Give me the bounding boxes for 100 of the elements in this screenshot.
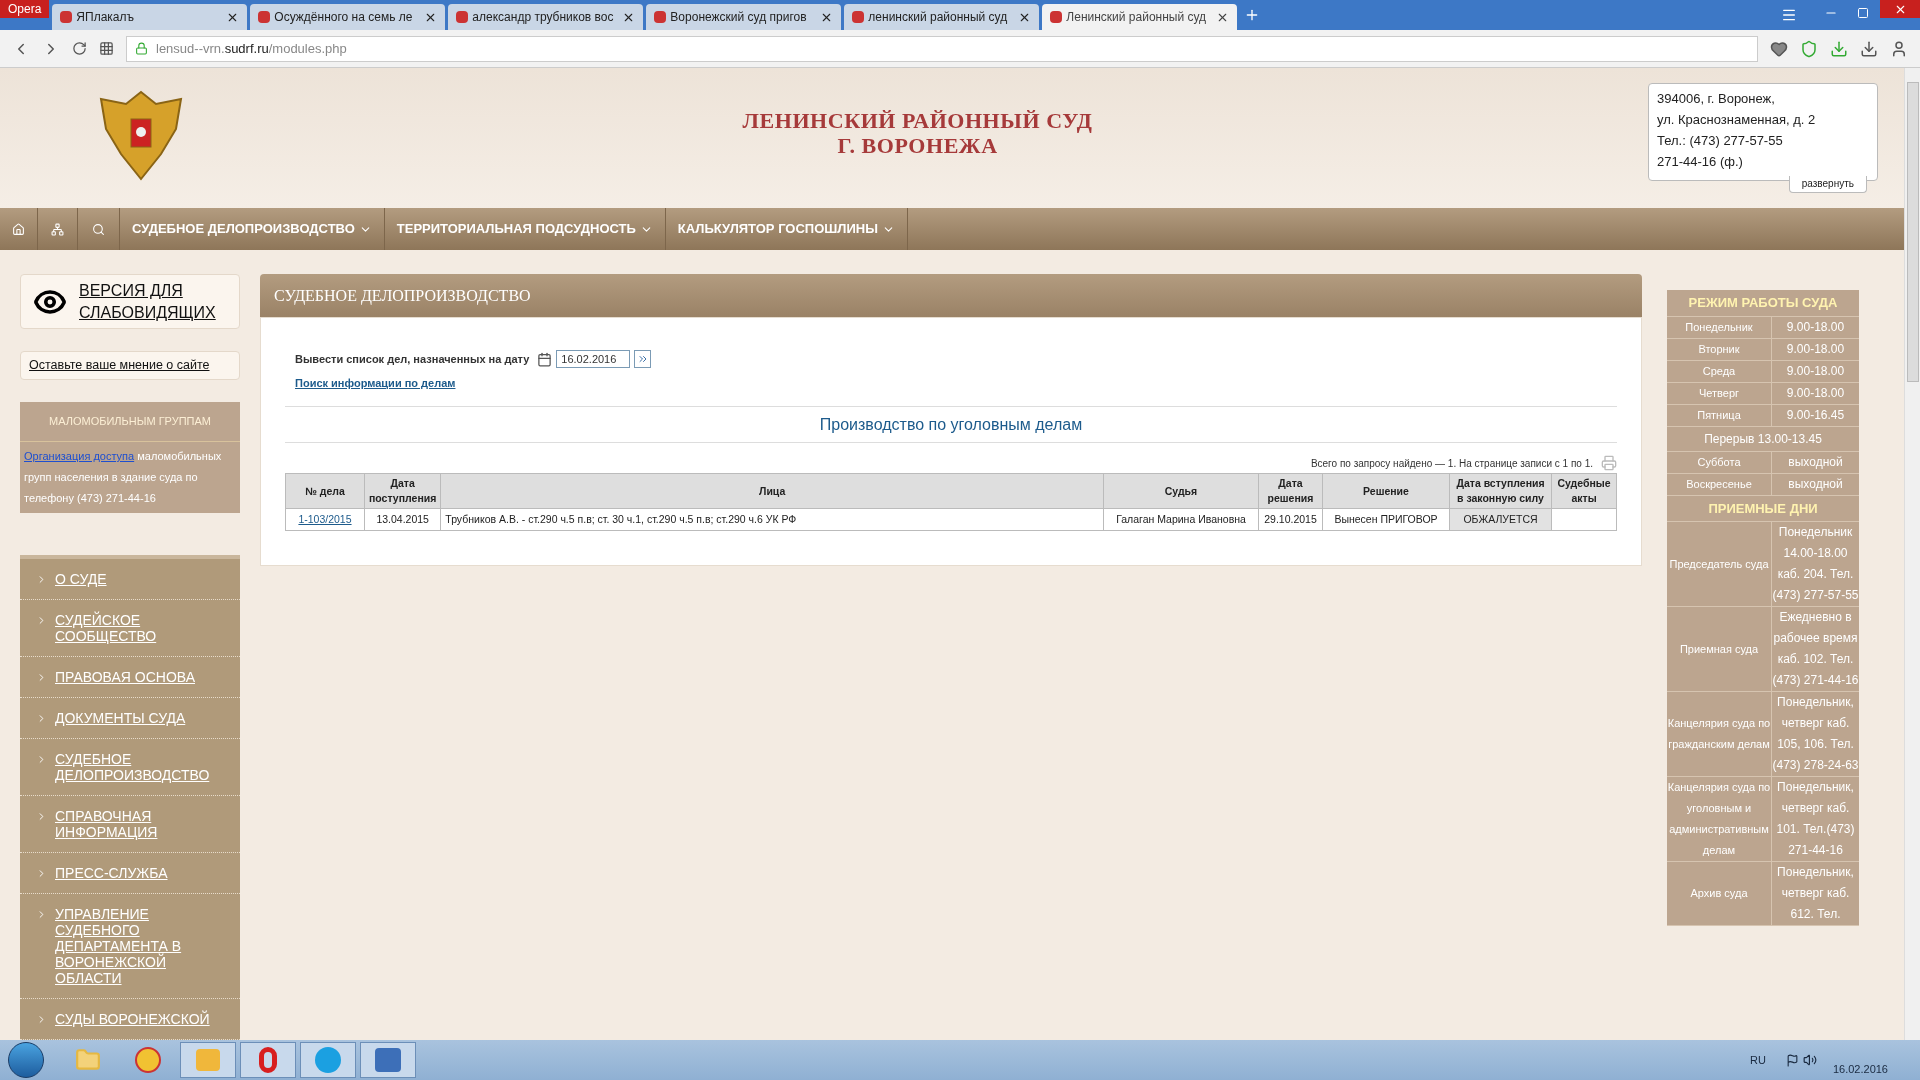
taskbar-app[interactable] bbox=[360, 1042, 416, 1078]
column-header: Дата поступления bbox=[364, 473, 441, 509]
tab-title: ЯПлакалъ bbox=[76, 9, 135, 26]
heart-icon[interactable] bbox=[1770, 39, 1788, 58]
column-header: Дата вступления в законную силу bbox=[1449, 473, 1552, 509]
feedback-link[interactable]: Оставьте ваше мнение о сайте bbox=[29, 356, 210, 376]
site-icon bbox=[852, 11, 865, 23]
home-icon bbox=[12, 222, 25, 236]
speed-dial-icon[interactable] bbox=[99, 41, 114, 56]
schedule-cell: Воскресенье bbox=[1667, 473, 1772, 495]
reload-icon[interactable] bbox=[72, 41, 87, 56]
expand-tab[interactable]: развернуть bbox=[1788, 176, 1867, 193]
site-icon bbox=[258, 11, 271, 23]
schedule-cell-text: Понедельник, четверг каб. 105, 106. Тел. (473) 278-24-63 bbox=[1772, 694, 1859, 774]
schedule-cell-text: Понедельник, четверг каб. 101. Тел.(473) 271-44-16 bbox=[1775, 779, 1856, 859]
ring-icon bbox=[259, 1047, 277, 1073]
table-cell: Вынесен ПРИГОВОР bbox=[1322, 508, 1450, 531]
date-label: Вывести список дел, назначенных на дату bbox=[295, 351, 530, 367]
schedule-cell: Председатель суда bbox=[1667, 522, 1772, 606]
schedule-cell-text: 9.00-18.00 bbox=[1785, 362, 1846, 380]
flag-icon[interactable] bbox=[1785, 1053, 1799, 1067]
court-title: Г. ВОРОНЕЖА bbox=[837, 133, 998, 158]
schedule-cell: Перерыв 13.00-13.45 bbox=[1667, 426, 1859, 452]
language-indicator[interactable]: RU bbox=[1750, 1051, 1766, 1069]
shield-icon[interactable] bbox=[1800, 39, 1818, 58]
schedule-cell: Четверг bbox=[1667, 382, 1772, 404]
double-chevron-icon bbox=[636, 353, 649, 365]
site-icon bbox=[456, 11, 469, 23]
contact-line: ул. Краснознаменная, д. 2 bbox=[1657, 111, 1817, 129]
browser-tab[interactable]: александр трубников вос bbox=[448, 4, 644, 30]
site-icon bbox=[1050, 11, 1063, 23]
schedule-cell-text: 9.00-16.45 bbox=[1785, 406, 1846, 424]
low-vision-link[interactable]: ВЕРСИЯ ДЛЯ СЛАБОВИДЯЩИХ bbox=[79, 279, 227, 324]
schedule-cell-text: Понедельник, четверг каб. 612. Тел. bbox=[1776, 864, 1855, 923]
opera-menu-button[interactable]: Opera bbox=[0, 0, 50, 18]
schedule-cell-text: Ежедневно в рабочее время каб. 102. Тел. (473) 271-44-16 bbox=[1772, 609, 1859, 689]
site-icon bbox=[60, 11, 73, 23]
schedule-cell-text: 9.00-18.00 bbox=[1785, 340, 1846, 358]
lock-icon bbox=[135, 42, 148, 55]
accessibility-text: Организация доступа маломобильных групп населения в здание суда по телефону (473) 271-44-16 bbox=[24, 450, 222, 504]
close-window-button[interactable] bbox=[1880, 0, 1920, 18]
site-icon bbox=[654, 11, 667, 23]
date-field[interactable]: 16.02.2016 bbox=[556, 350, 631, 368]
column-header: Решение bbox=[1322, 473, 1450, 509]
menu-icon[interactable] bbox=[1781, 7, 1797, 23]
column-header: Судебные акты bbox=[1551, 473, 1617, 509]
column-header: Лица bbox=[440, 473, 1104, 509]
taskbar-app[interactable] bbox=[180, 1042, 236, 1078]
user-icon[interactable] bbox=[1890, 39, 1908, 58]
taskbar-app[interactable] bbox=[300, 1042, 356, 1078]
tab-title: Осуждённого на семь ле bbox=[274, 9, 414, 26]
browser-tab[interactable]: ЯПлакалъ bbox=[52, 4, 248, 30]
maximize-icon[interactable] bbox=[1857, 7, 1869, 19]
tab-title: александр трубников вос bbox=[472, 9, 615, 26]
panel-title: СУДЕБНОЕ ДЕЛОПРОИЗВОДСТВО bbox=[274, 285, 531, 307]
schedule-cell-text: Понедельник 14.00-18.00 каб. 204. Тел. (473) 277-57-55 bbox=[1772, 524, 1859, 604]
column-header: Судья bbox=[1103, 473, 1259, 509]
table-cell: 29.10.2015 bbox=[1258, 508, 1323, 531]
chevron-right-icon bbox=[36, 1014, 47, 1025]
contact-line: Тел.: (473) 277-57-55 bbox=[1657, 132, 1784, 150]
table-cell: Галаган Марина Ивановна bbox=[1103, 508, 1259, 531]
schedule-heading: РЕЖИМ РАБОТЫ СУДА bbox=[1667, 290, 1859, 317]
tab-title: Ленинский районный суд bbox=[1066, 9, 1208, 26]
contact-line: 271-44-16 (ф.) bbox=[1657, 153, 1744, 171]
schedule-cell-text: выходной bbox=[1787, 453, 1844, 471]
go-button[interactable] bbox=[634, 350, 652, 368]
schedule-heading: ПРИЕМНЫЕ ДНИ bbox=[1667, 495, 1859, 522]
column-header: Дата решения bbox=[1258, 473, 1323, 509]
start-button[interactable] bbox=[8, 1042, 44, 1078]
contact-line: 394006, г. Воронеж, bbox=[1657, 90, 1776, 108]
column-header: № дела bbox=[285, 473, 365, 509]
scrollbar[interactable] bbox=[1904, 68, 1920, 1040]
browser-tab[interactable]: Воронежский суд пригов bbox=[646, 4, 842, 30]
browser-tab[interactable]: Осуждённого на семь ле bbox=[250, 4, 446, 30]
panel-title: МАЛОМОБИЛЬНЫМ ГРУППАМ bbox=[20, 402, 240, 442]
calendar-icon[interactable] bbox=[537, 351, 553, 367]
browser-tab[interactable]: ленинский районный суд bbox=[844, 4, 1040, 30]
folder-icon bbox=[75, 1047, 101, 1073]
taskbar-app[interactable] bbox=[240, 1042, 296, 1078]
results-summary: Всего по запросу найдено — 1. На странице записи с 1 по 1. bbox=[1310, 456, 1593, 471]
section-title: Производство по уголовным делам bbox=[819, 414, 1083, 435]
schedule-cell: Канцелярия суда по гражданским делам bbox=[1667, 692, 1772, 776]
clock-date[interactable]: 16.02.2016 bbox=[1832, 1060, 1888, 1077]
schedule-cell: Канцелярия суда по уголовным и административным делам bbox=[1667, 777, 1772, 861]
address-field[interactable]: lensud--vrn.sudrf.ru/modules.php bbox=[126, 35, 1758, 62]
volume-icon[interactable] bbox=[1802, 1053, 1817, 1067]
table-cell bbox=[1551, 508, 1617, 531]
schedule-cell-text: выходной bbox=[1787, 475, 1844, 493]
search-link[interactable]: Поиск информации по делам bbox=[295, 377, 456, 389]
browser-tab[interactable]: Ленинский районный суд bbox=[1042, 4, 1238, 30]
sitemap-icon bbox=[51, 222, 64, 236]
tab-title: ленинский районный суд bbox=[868, 9, 1009, 26]
table-cell: 13.04.2015 bbox=[364, 508, 441, 531]
schedule-cell-text: 9.00-18.00 bbox=[1785, 318, 1846, 336]
schedule-cell: Архив суда bbox=[1667, 862, 1772, 925]
schedule-cell: Пятница bbox=[1667, 404, 1772, 426]
case-link[interactable]: 1-103/2015 bbox=[298, 512, 352, 525]
download-icon[interactable] bbox=[1860, 39, 1878, 58]
court-title: ЛЕНИНСКИЙ РАЙОННЫЙ СУД bbox=[742, 108, 1093, 133]
schedule-cell: Понедельник bbox=[1667, 316, 1772, 338]
